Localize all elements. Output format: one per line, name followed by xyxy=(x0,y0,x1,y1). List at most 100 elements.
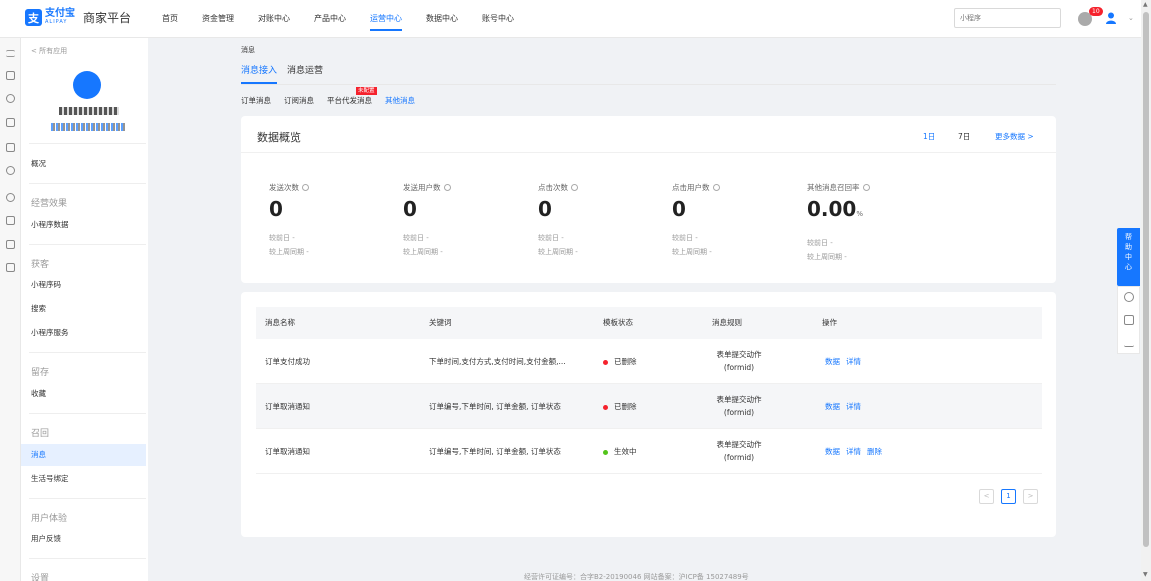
tabs-divider xyxy=(241,84,1056,85)
metric-unit: % xyxy=(856,210,864,218)
metric-label: 发送次数 xyxy=(269,183,299,192)
scroll-up-icon[interactable]: ▲ xyxy=(1143,1,1148,8)
metric-label: 点击次数 xyxy=(538,183,568,192)
scroll-down-icon[interactable]: ▼ xyxy=(1143,571,1148,578)
scroll-thumb[interactable] xyxy=(1143,12,1149,547)
metric-vs-week: 较上周同期 - xyxy=(807,253,847,261)
table-header: 消息名称 关键词 模板状态 消息规则 操作 xyxy=(256,307,1042,339)
primary-tabs: 消息接入 消息运营 xyxy=(241,63,333,84)
subtab-subscribe-msg[interactable]: 订阅消息 xyxy=(284,95,314,106)
tab-message-ops[interactable]: 消息运营 xyxy=(287,63,323,84)
subtab-order-msg[interactable]: 订单消息 xyxy=(241,95,271,106)
col-rule-header: 消息规则 xyxy=(712,318,742,327)
detail-link[interactable]: 详情 xyxy=(846,357,861,366)
data-link[interactable]: 数据 xyxy=(825,402,840,411)
new-feature-icon[interactable] xyxy=(1124,315,1134,325)
bank-icon[interactable] xyxy=(6,143,15,152)
menu-icon[interactable] xyxy=(6,50,15,57)
icon-rail xyxy=(0,38,21,581)
row-rule: 表单提交动作 (formid) xyxy=(709,393,769,419)
table-row: 订单取消通知 订单编号,下单时间, 订单金额, 订单状态 已删除 表单提交动作 (… xyxy=(256,384,1042,429)
monitor-icon[interactable] xyxy=(6,71,15,80)
sidebar-divider xyxy=(29,183,146,184)
help-center-label: 帮助中心 xyxy=(1125,233,1132,271)
metric-vs-week: 较上周同期 - xyxy=(269,248,309,256)
sidebar-item-favorite[interactable]: 收藏 xyxy=(21,383,146,405)
info-icon[interactable] xyxy=(571,184,578,191)
metric-click-users: 点击用户数 0 较前日 - 较上周同期 - xyxy=(672,182,802,259)
rule-line2: (formid) xyxy=(723,453,755,462)
range-7d-button[interactable]: 7日 xyxy=(958,131,970,142)
sidebar-divider xyxy=(29,558,146,559)
edit-icon[interactable] xyxy=(1124,337,1134,347)
info-icon[interactable] xyxy=(443,184,451,191)
nav-reconcile[interactable]: 对账中心 xyxy=(258,0,290,38)
metric-vs-day: 较前日 - xyxy=(672,234,698,242)
sidebar: < 所有应用 概况 经营效果 小程序数据 获客 小程序码 搜索 小程序服务 留存… xyxy=(21,38,148,581)
nav-products[interactable]: 产品中心 xyxy=(314,0,346,38)
sidebar-item-message[interactable]: 消息 xyxy=(21,444,146,466)
row-name: 订单取消通知 xyxy=(265,402,310,411)
nav-data[interactable]: 数据中心 xyxy=(426,0,458,38)
page-scrollbar[interactable]: ▲ ▼ xyxy=(1141,0,1151,581)
info-icon[interactable] xyxy=(712,184,720,191)
sidebar-group-experience: 用户体验 xyxy=(31,514,68,524)
main-nav: 首页 资金管理 对账中心 产品中心 运营中心 数据中心 账号中心 xyxy=(162,0,538,38)
pager-next-button[interactable]: > xyxy=(1023,489,1038,504)
range-1d-button[interactable]: 1日 xyxy=(923,131,935,142)
footer-license: 经营许可证编号：合字B2-20190046 网站备案：沪ICP备 1502748… xyxy=(524,573,749,581)
subtab-other-msg[interactable]: 其他消息 xyxy=(385,95,415,106)
nav-operations[interactable]: 运营中心 xyxy=(370,0,402,38)
report-icon[interactable] xyxy=(6,263,15,272)
target-icon[interactable] xyxy=(6,94,15,103)
data-link[interactable]: 数据 xyxy=(825,447,840,456)
data-overview-card: 数据概览 1日 7日 更多数据 > 发送次数 0 较前日 - 较上周同期 - 发送… xyxy=(241,116,1056,283)
app-avatar xyxy=(73,71,101,99)
sidebar-item-search[interactable]: 搜索 xyxy=(21,298,146,320)
sidebar-item-mini-service[interactable]: 小程序服务 xyxy=(21,322,146,344)
sidebar-item-overview[interactable]: 概况 xyxy=(21,153,146,175)
headset-icon[interactable] xyxy=(1124,292,1134,302)
metric-vs-week: 较上周同期 - xyxy=(538,248,578,256)
metric-send-count: 发送次数 0 较前日 - 较上周同期 - xyxy=(269,182,399,259)
data-link[interactable]: 数据 xyxy=(825,357,840,366)
alipay-logo[interactable]: 支 支付宝 ALIPAY 商家平台 xyxy=(25,8,132,26)
user-avatar-icon[interactable] xyxy=(1104,11,1118,25)
settings-icon[interactable] xyxy=(6,193,15,202)
sidebar-item-mini-data[interactable]: 小程序数据 xyxy=(21,214,146,236)
sidebar-item-mini-code[interactable]: 小程序码 xyxy=(21,274,146,296)
status-text: 已删除 xyxy=(614,357,637,366)
help-tools xyxy=(1117,286,1140,354)
row-name: 订单支付成功 xyxy=(265,357,310,366)
status-dot xyxy=(603,449,608,455)
sidebar-item-feedback[interactable]: 用户反馈 xyxy=(21,528,146,550)
chevron-down-icon[interactable]: ⌄ xyxy=(1128,14,1134,22)
tab-message-access[interactable]: 消息接入 xyxy=(241,63,278,84)
more-data-link[interactable]: 更多数据 > xyxy=(995,131,1034,142)
delete-link[interactable]: 删除 xyxy=(867,447,882,456)
all-apps-link[interactable]: < 所有应用 xyxy=(31,46,67,56)
detail-link[interactable]: 详情 xyxy=(846,402,861,411)
nav-home[interactable]: 首页 xyxy=(162,0,178,38)
metric-recall-rate: 其他消息召回率 0.00% 较前日 - 较上周同期 - xyxy=(807,182,937,264)
pager-prev-button[interactable]: < xyxy=(979,489,994,504)
list-icon[interactable] xyxy=(6,240,15,249)
document-icon[interactable] xyxy=(6,118,15,127)
sidebar-item-life-bind[interactable]: 生活号绑定 xyxy=(21,468,146,490)
nav-funds[interactable]: 资金管理 xyxy=(202,0,234,38)
metric-value: 0 xyxy=(538,197,552,221)
info-icon[interactable] xyxy=(302,184,309,191)
search-input[interactable] xyxy=(954,8,1061,28)
nav-account[interactable]: 账号中心 xyxy=(482,0,514,38)
pager-page-1[interactable]: 1 xyxy=(1001,489,1016,504)
wallet-icon[interactable] xyxy=(6,216,15,225)
alipay-logo-icon: 支 xyxy=(25,9,42,26)
platform-name: 商家平台 xyxy=(83,11,132,25)
col-ops-header: 操作 xyxy=(822,318,837,327)
globe-icon[interactable] xyxy=(6,166,15,175)
metric-send-users: 发送用户数 0 较前日 - 较上周同期 - xyxy=(403,182,533,259)
subtab-platform-msg[interactable]: 平台代发消息 未配置 xyxy=(327,87,377,106)
help-center-button[interactable]: 帮助中心 xyxy=(1117,228,1140,286)
info-icon[interactable] xyxy=(862,184,870,191)
detail-link[interactable]: 详情 xyxy=(846,447,861,456)
